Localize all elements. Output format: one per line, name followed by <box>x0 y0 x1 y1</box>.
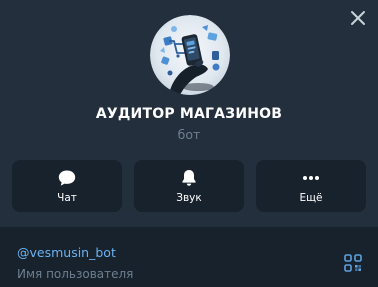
info-section: @vesmusin_bot Имя пользователя <box>0 227 378 287</box>
profile-name: АУДИТОР МАГАЗИНОВ <box>95 106 283 122</box>
chat-button[interactable]: Чат <box>12 160 122 212</box>
chat-bubble-icon <box>58 170 76 186</box>
close-icon[interactable] <box>348 8 368 28</box>
username-caption: Имя пользователя <box>17 267 134 281</box>
more-button[interactable]: Ещё <box>256 160 366 212</box>
bell-icon <box>182 170 196 186</box>
username-link[interactable]: @vesmusin_bot <box>17 245 116 260</box>
profile-type: бот <box>177 127 201 142</box>
shopping-audit-avatar-icon <box>150 15 230 95</box>
more-button-label: Ещё <box>299 192 323 204</box>
chat-button-label: Чат <box>57 192 77 204</box>
sound-button-label: Звук <box>176 192 202 204</box>
avatar[interactable] <box>150 15 230 95</box>
qr-code-icon[interactable] <box>344 254 362 272</box>
profile-header: АУДИТОР МАГАЗИНОВ бот Чат Звук Ещё <box>0 0 378 227</box>
more-dots-icon <box>303 176 319 180</box>
action-bar: Чат Звук Ещё <box>12 160 366 212</box>
sound-button[interactable]: Звук <box>134 160 244 212</box>
